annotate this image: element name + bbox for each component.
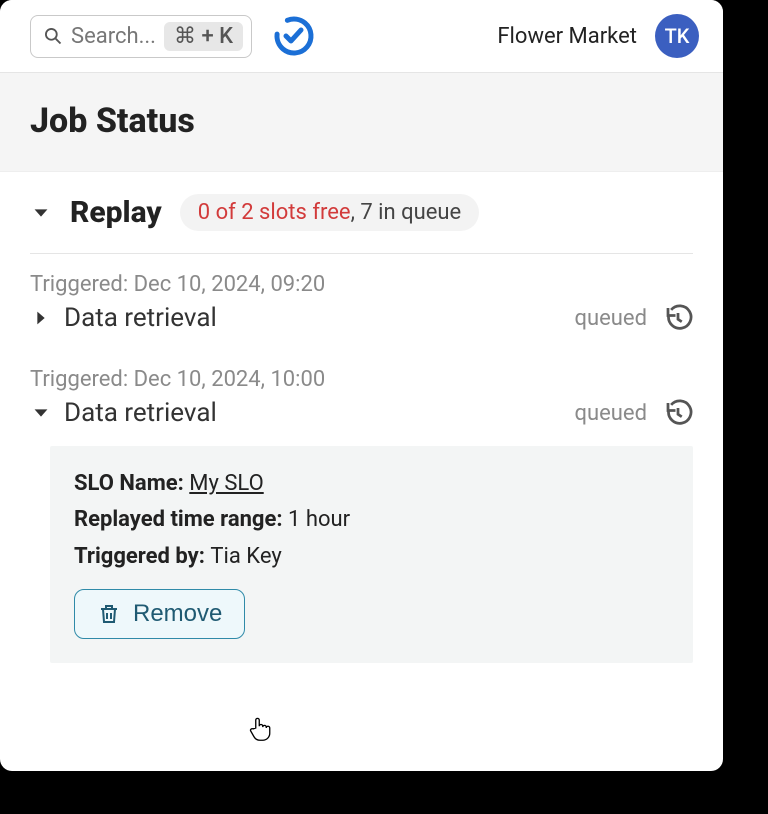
avatar[interactable]: TK [655,14,699,58]
org-name[interactable]: Flower Market [497,24,637,49]
job-details: SLO Name: My SLO Replayed time range: 1 … [50,446,693,663]
status-badge: queued [575,306,648,331]
detail-by: Triggered by: Tia Key [74,539,669,575]
org-block: Flower Market TK [497,14,699,58]
job-name: Data retrieval [64,398,217,428]
triggered-line: Triggered: Dec 10, 2024, 10:00 [30,367,693,392]
chevron-down-icon [30,202,52,224]
pointer-cursor-icon [247,714,275,742]
app-logo-icon [272,14,316,58]
page-title: Job Status [30,101,693,141]
remove-button[interactable]: Remove [74,589,245,639]
history-icon[interactable] [663,398,693,428]
page-titlebar: Job Status [0,73,723,172]
job-item: Triggered: Dec 10, 2024, 10:00 Data retr… [30,341,693,671]
job-name: Data retrieval [64,303,217,333]
slots-pill: 0 of 2 slots free, 7 in queue [180,194,479,231]
trash-icon [97,602,121,626]
search-icon [43,26,63,46]
section-title: Replay [70,195,162,230]
detail-range: Replayed time range: 1 hour [74,502,669,538]
search-placeholder: Search... [71,24,156,49]
top-header: Search... ⌘ + K Flower Market TK [0,0,723,73]
status-badge: queued [575,401,648,426]
job-item: Triggered: Dec 10, 2024, 09:20 Data retr… [30,254,693,341]
chevron-down-icon [30,402,52,424]
detail-slo: SLO Name: My SLO [74,466,669,502]
section-header[interactable]: Replay 0 of 2 slots free, 7 in queue [30,194,693,254]
slots-free: 0 of 2 slots free [198,200,351,225]
triggered-line: Triggered: Dec 10, 2024, 09:20 [30,272,693,297]
app-window: Search... ⌘ + K Flower Market TK Job Sta… [0,0,723,771]
job-row[interactable]: Data retrieval queued [30,398,693,428]
history-icon[interactable] [663,303,693,333]
slo-link[interactable]: My SLO [189,471,263,496]
job-row[interactable]: Data retrieval queued [30,303,693,333]
search-shortcut: ⌘ + K [164,22,243,51]
replay-section: Replay 0 of 2 slots free, 7 in queue Tri… [0,172,723,701]
chevron-right-icon [30,307,52,329]
search-input[interactable]: Search... ⌘ + K [30,15,252,58]
queue-count: , 7 in queue [351,200,462,225]
